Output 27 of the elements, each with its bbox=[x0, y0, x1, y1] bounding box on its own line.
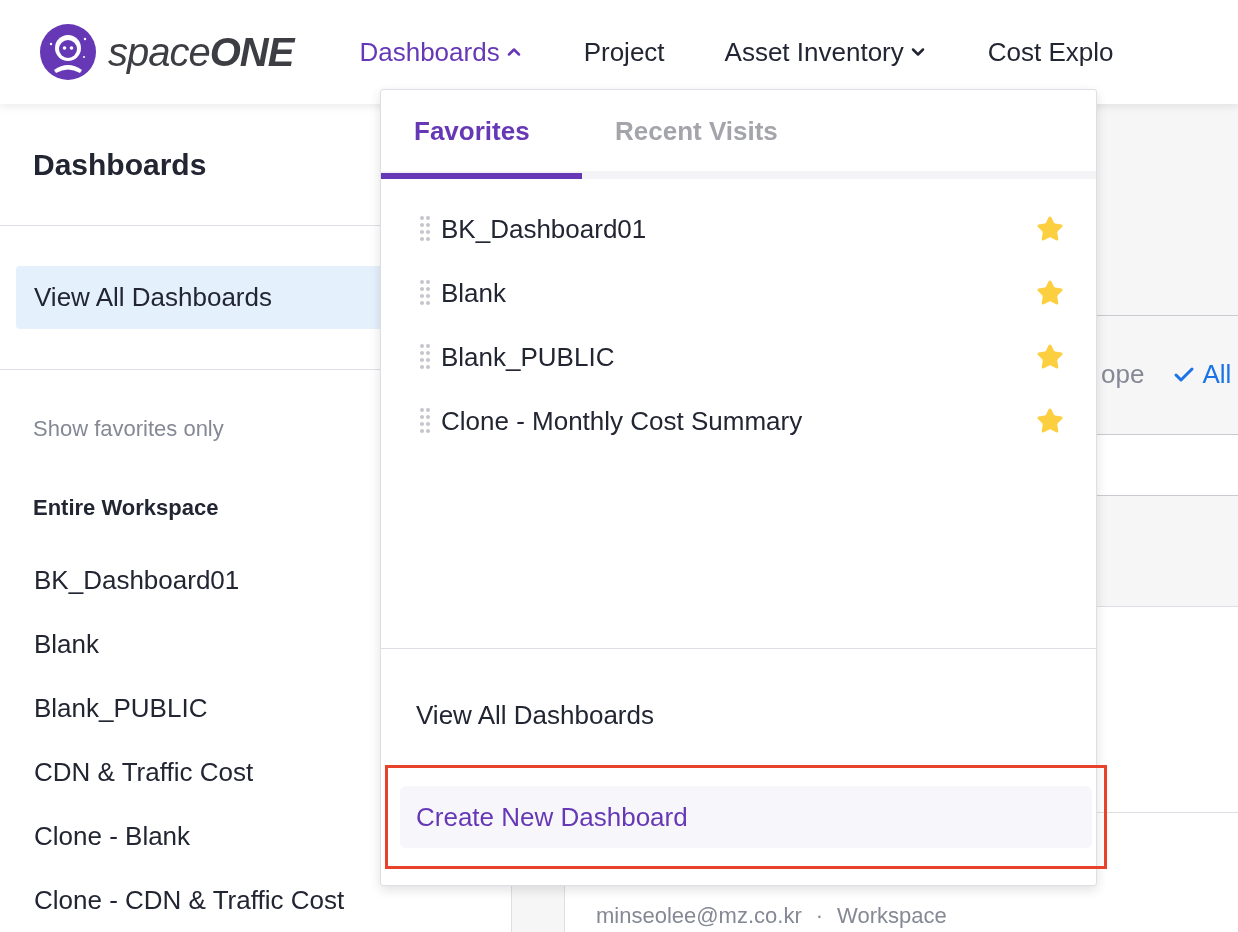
star-icon[interactable] bbox=[1036, 343, 1064, 371]
scope-label: Workspace bbox=[837, 902, 947, 930]
favorite-dashboard-item[interactable]: BK_Dashboard01 bbox=[381, 197, 1096, 261]
nav-menu-item[interactable]: Cost Explo bbox=[987, 32, 1114, 72]
sidebar-title: Dashboards bbox=[33, 147, 207, 183]
filter-label: ope bbox=[1101, 358, 1145, 392]
star-icon[interactable] bbox=[1036, 407, 1064, 435]
drag-handle-icon bbox=[419, 280, 431, 306]
dropdown-tab[interactable]: Favorites bbox=[381, 90, 582, 179]
owner-email: minseolee@mz.co.kr bbox=[596, 902, 802, 930]
favorite-dashboard-item[interactable]: Clone - Monthly Cost Summary bbox=[381, 389, 1096, 453]
view-all-dashboards-link[interactable]: View All Dashboards bbox=[400, 684, 1077, 746]
create-dashboard-button[interactable]: Create New Dashboard bbox=[400, 786, 1092, 848]
all-option[interactable]: All bbox=[1172, 355, 1232, 395]
nav-menu-item[interactable]: Dashboards bbox=[359, 32, 524, 72]
nav-menu-item[interactable]: Project bbox=[583, 32, 665, 72]
astronaut-logo-icon bbox=[40, 24, 96, 80]
star-icon[interactable] bbox=[1036, 215, 1064, 243]
drag-handle-icon bbox=[419, 216, 431, 242]
drag-handle-icon bbox=[419, 344, 431, 370]
drag-handle-icon bbox=[419, 408, 431, 434]
nav-menu-item[interactable]: Asset Inventory bbox=[724, 32, 928, 72]
logo-wordmark: spaceONE bbox=[108, 32, 294, 72]
section-heading: Entire Workspace bbox=[32, 494, 220, 522]
star-icon[interactable] bbox=[1036, 279, 1064, 307]
dashboard-list-item[interactable]: Clone - CDN & Traffic Cost bbox=[0, 868, 511, 932]
separator-dot: · bbox=[815, 902, 824, 930]
